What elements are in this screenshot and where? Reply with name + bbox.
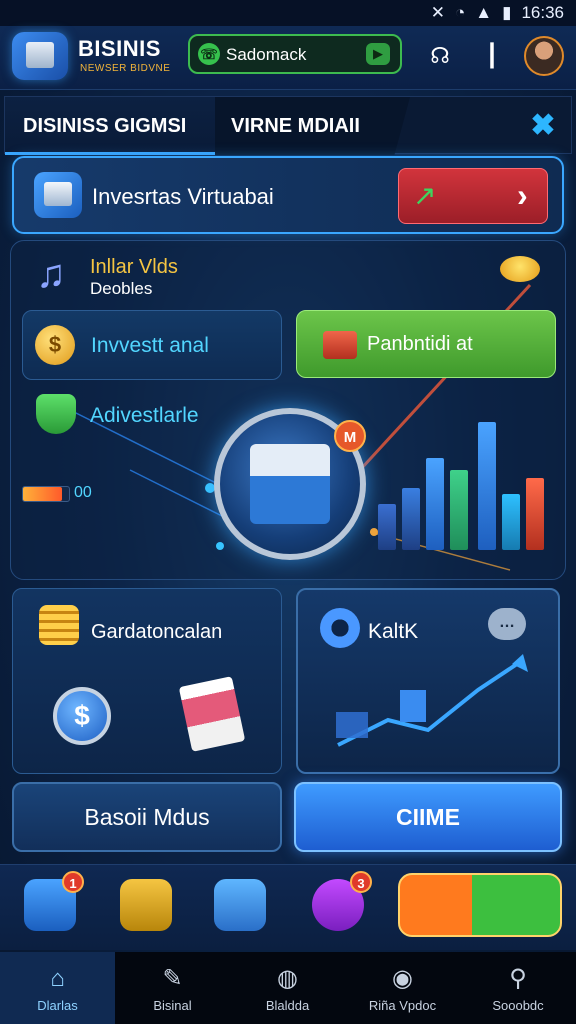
advert-label[interactable]: Adivestlarle (90, 404, 199, 428)
bottom-nav: ⌂ Dlarlas ✎ Bisinal ◍ Blaldda ◉ Riña Vpd… (0, 952, 576, 1024)
notification-badge: 1 (62, 871, 84, 893)
bar-graphic-bar (502, 494, 520, 550)
nav-item-balance[interactable]: ◍ Blaldda (230, 952, 345, 1024)
bar-graphic-bar (478, 422, 496, 550)
vids-subtitle: Deobles (90, 279, 153, 298)
bar-graphic-bar (378, 504, 396, 550)
notification-badge: 3 (350, 871, 372, 893)
progress-fill (23, 487, 63, 501)
invest-card[interactable]: $ Invvestt anal (22, 310, 282, 380)
banner-label: Invesrtas Virtuabai (92, 184, 274, 209)
partner-label: Panbntidi at (367, 333, 473, 355)
basic-mode-button[interactable]: Basoii Mdus (12, 782, 282, 852)
bar-graphic (378, 400, 558, 550)
calculator-label: Gardatoncalan (91, 621, 223, 643)
bar-graphic-bar (402, 488, 420, 550)
tab-bar: DISINISS GIGMSI VIRNE MDIAII ✖ (4, 96, 572, 155)
pen-icon: ✎ (162, 965, 183, 992)
box-icon (323, 331, 357, 359)
partner-card[interactable]: Panbntidi at (296, 310, 556, 378)
calculator-card[interactable]: Gardatoncalan $ (12, 588, 282, 774)
store-refresh-button[interactable] (398, 873, 562, 937)
nfc-icon: ✕ (430, 3, 445, 22)
nav-item-updates[interactable]: ◉ Riña Vpdoc (345, 952, 460, 1024)
status-time: 16:36 (521, 3, 564, 22)
app-logo-icon[interactable] (12, 32, 68, 80)
nav-label: Dlarlas (37, 998, 78, 1013)
nav-item-home[interactable]: ⌂ Dlarlas (0, 952, 115, 1024)
nav-label: Bisinal (153, 998, 192, 1013)
nav-item-social[interactable]: ⚲ Sooobdc (460, 952, 576, 1024)
chat-app-icon[interactable]: 1 (24, 871, 84, 931)
bar-graphic-bar (426, 458, 444, 550)
nav-label: Riña Vpdoc (368, 998, 437, 1013)
gear-icon (320, 608, 360, 648)
status-icons: ✕ ◔ ▲ ▮ 16:36 (431, 3, 564, 23)
banner-action-button[interactable]: ↗ › (398, 168, 548, 224)
brain-app-icon[interactable]: 3 (312, 871, 372, 931)
coin-icon: $ (35, 325, 75, 365)
music-note-icon: ♫ (36, 252, 66, 296)
pin-icon[interactable]: ┃ (476, 40, 508, 72)
tab-virtual[interactable]: VIRNE MDIAII (215, 97, 410, 155)
phone-icon: ☏ (198, 43, 220, 65)
brand-title: BISINIS (78, 36, 161, 61)
search-label: Sadomack (226, 45, 307, 64)
cube-icon (34, 172, 82, 218)
battery-icon: ▮ (502, 3, 512, 22)
avatar[interactable] (524, 36, 564, 76)
puzzle-icon[interactable]: ✖ (523, 107, 563, 145)
nav-label: Blaldda (265, 998, 310, 1013)
progress-bar (22, 486, 70, 502)
kalk-label: KaltK (368, 620, 419, 643)
document-icon (178, 676, 246, 752)
arrow-up-icon: ↗ (413, 180, 437, 211)
shield-icon (36, 394, 76, 434)
cube-app-icon[interactable] (214, 879, 266, 931)
hub-badge: M (334, 420, 366, 452)
search-field[interactable]: ☏ Sadomack ▶ (188, 34, 402, 74)
invest-banner[interactable]: Invesrtas Virtuabai ↗ › (12, 156, 564, 234)
money-app-icon[interactable] (120, 879, 172, 931)
bell-icon: ⚲ (509, 965, 527, 992)
tab-business[interactable]: DISINISS GIGMSI (5, 97, 215, 155)
ufo-icon[interactable] (500, 256, 540, 282)
home-icon: ⌂ (50, 965, 65, 992)
chat-icon[interactable]: … (488, 608, 526, 640)
dollar-coin-icon: $ (53, 687, 111, 745)
status-bar: ✕ ◔ ▲ ▮ 16:36 (0, 0, 576, 26)
hub-cube-icon (250, 444, 330, 524)
nav-label: Sooobdc (492, 998, 544, 1013)
app-dock: 1 3 (0, 864, 576, 950)
nav-item-business[interactable]: ✎ Bisinal (115, 952, 230, 1024)
invest-label: Invvestt anal (91, 334, 209, 357)
kalk-card[interactable]: KaltK … (296, 588, 560, 774)
wifi-icon: ◔ (454, 3, 466, 22)
brand-subtitle: NEWSER BIDVNE (80, 63, 171, 74)
apple-icon: ◉ (392, 965, 413, 992)
coins-stack-icon (39, 605, 79, 645)
signal-icon: ▲ (475, 3, 493, 22)
headphones-icon[interactable]: ☊ (424, 40, 456, 72)
trend-arrow-icon (336, 654, 528, 747)
bar-graphic-bar (450, 470, 468, 550)
vids-title: Inllar Vlds (90, 256, 178, 278)
lock-icon: ◍ (277, 965, 298, 992)
bar-graphic-bar (526, 478, 544, 550)
search-go-button[interactable]: ▶ (366, 43, 390, 65)
chevron-right-icon: › (517, 177, 528, 213)
progress-text: 00 (74, 484, 92, 501)
clime-button[interactable]: CIIME (294, 782, 562, 852)
